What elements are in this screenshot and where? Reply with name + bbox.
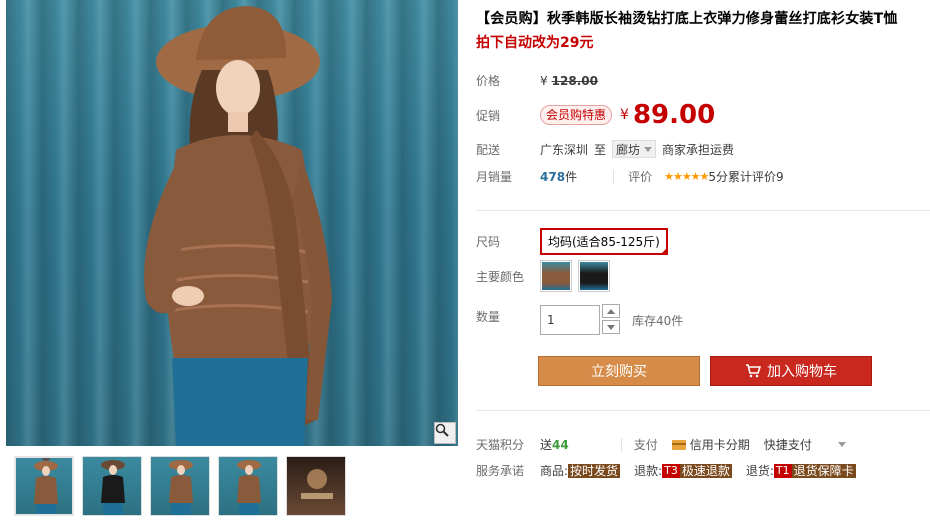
add-to-cart-label: 加入购物车 [767,364,837,380]
service-refund-label: 退款: [634,464,663,478]
quantity-stepper [602,304,620,336]
price-row: 价格 ¥128.00 [476,72,598,89]
chevron-down-icon [644,146,653,152]
shipping-note: 商家承担运费 [662,142,735,157]
delivery-label: 配送 [476,142,501,157]
thumbnail-image [169,460,193,515]
sales-label: 月销量 [476,170,513,184]
stock-text: 库存40件 [632,313,684,328]
quantity-row: 数量 库存40件 [476,304,683,336]
product-subtitle: 拍下自动改为29元 [476,35,594,51]
points-value: 44 [552,437,569,452]
chevron-down-icon [607,324,615,330]
color-swatch [580,262,608,290]
quantity-label: 数量 [476,310,501,324]
service-return[interactable]: 退货: T1 退货保障卡 [746,462,856,479]
product-title: 【会员购】秋季韩版长袖烫钻打底上衣弹力修身蕾丝打底衫女装T恤 [476,11,898,27]
color-option-black[interactable] [578,260,610,292]
credit-card-icon [671,439,686,450]
promo-label: 促销 [476,108,501,123]
thumbnail-image [301,469,333,499]
promo-row: 促销 会员购特惠 ¥ 89.00 [476,100,715,130]
thumbnail-image [34,461,58,514]
delivery-to-word: 至 [594,142,607,157]
currency-symbol: ¥ [540,73,548,88]
service-label: 服务承诺 [476,464,525,478]
review-label: 评价 [628,170,653,184]
product-gallery [0,0,460,522]
service-goods-label: 商品: [540,464,569,478]
chevron-up-icon [607,308,615,314]
service-return-label: 退货: [745,464,774,478]
thumbnail-5[interactable] [286,456,346,516]
original-price: ¥128.00 [540,74,598,88]
quantity-increase-button[interactable] [602,304,620,318]
promo-price: 89.00 [632,100,716,130]
rating-stars: ★★★★★ [664,170,709,183]
thumbnail-1[interactable] [14,456,74,516]
refund-badge: T3 [662,463,680,478]
destination-value: 廊坊 [616,142,641,157]
delivery-row: 配送 广东深圳 至 廊坊 商家承担运费 [476,140,734,158]
promo-badge: 会员购特惠 [540,105,613,125]
section-divider [476,210,930,211]
main-product-image[interactable] [6,0,458,446]
thumbnail-strip [14,456,346,516]
buy-now-button[interactable]: 立刻购买 [538,356,700,386]
points-label: 天猫积分 [476,438,525,452]
service-refund-tag: 极速退款 [679,463,732,478]
magnifier-icon [435,423,449,437]
quick-pay[interactable]: 快捷支付 [764,436,812,453]
section-divider [476,410,930,411]
divider [613,169,615,184]
quantity-decrease-button[interactable] [602,320,620,334]
zoom-button[interactable] [434,422,456,444]
size-label: 尺码 [476,235,501,249]
sales-count: 478 [540,169,566,184]
cart-icon [746,364,761,378]
service-refund[interactable]: 退款: T3 极速退款 [634,462,732,479]
size-row: 尺码 均码(适合85-125斤) [476,228,668,255]
delivery-from: 广东深圳 [540,142,589,157]
thumbnail-3[interactable] [150,456,210,516]
credit-installment[interactable]: 信用卡分期 [671,436,750,453]
sales-row: 月销量 478 件 评价 ★★★★★ 5分累计评价9 [476,168,784,185]
color-row: 主要颜色 [476,260,616,292]
original-price-value: 128.00 [551,73,598,88]
color-label: 主要颜色 [476,269,525,284]
thumbnail-2[interactable] [82,456,142,516]
destination-select[interactable]: 廊坊 [612,140,657,158]
service-goods[interactable]: 商品: 按时发货 [540,462,621,479]
service-row: 服务承诺 商品: 按时发货 退款: T3 极速退款 退货: T1 退货保障卡 [476,462,870,479]
service-return-tag: 退货保障卡 [791,463,856,478]
points-row: 天猫积分 送 44 支付 信用卡分期 快捷支付 [476,436,846,453]
quick-pay-label: 快捷支付 [763,438,812,452]
thumbnail-4[interactable] [218,456,278,516]
divider [620,437,622,452]
thumbnail-image [237,460,261,515]
payment-label: 支付 [633,438,658,452]
points-prefix: 送 [540,438,553,452]
price-label: 价格 [476,74,501,88]
promo-currency: ¥ [620,107,629,123]
add-to-cart-button[interactable]: 加入购物车 [710,356,872,386]
service-goods-tag: 按时发货 [568,463,621,478]
return-badge: T1 [773,463,792,478]
color-swatch [542,262,570,290]
sales-unit: 件 [565,170,578,184]
size-option-selected[interactable]: 均码(适合85-125斤) [540,228,668,255]
chevron-down-icon[interactable] [837,442,846,447]
model-illustration [144,6,332,446]
rating-text[interactable]: 5分累计评价9 [708,168,783,185]
thumbnail-image [101,460,125,515]
quantity-input[interactable] [540,305,600,335]
color-option-coffee[interactable] [540,260,572,292]
credit-installment-label: 信用卡分期 [689,438,750,452]
